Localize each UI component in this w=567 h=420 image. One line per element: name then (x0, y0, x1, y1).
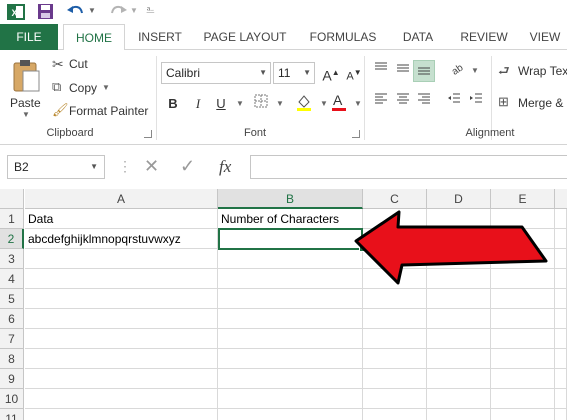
wrap-text-button[interactable]: ⮐ Wrap Tex (498, 62, 567, 82)
tab-insert[interactable]: INSERT (131, 24, 189, 50)
copy-button[interactable]: ⧉ Copy ▼ (52, 79, 112, 99)
cut-label: Cut (69, 57, 88, 71)
tab-page-layout[interactable]: PAGE LAYOUT (200, 24, 290, 50)
merge-icon: ⊞ (498, 94, 509, 109)
align-left-icon[interactable] (370, 91, 392, 113)
cancel-icon[interactable]: ✕ (144, 156, 159, 177)
worksheet-grid: A B C D E 1 2 3 4 5 6 7 8 9 10 11 Data N… (0, 189, 567, 420)
excel-icon: X (7, 3, 25, 24)
align-bottom-icon[interactable] (413, 60, 435, 82)
paste-label: Paste (10, 96, 41, 110)
formula-bar: B2 ▼ ⋮ ✕ ✓ fx (0, 146, 567, 186)
alignment-group-label: Alignment (465, 127, 515, 139)
chevron-down-icon: ▼ (303, 68, 311, 77)
underline-dropdown-icon[interactable]: ▼ (229, 93, 251, 115)
copy-dropdown-icon: ▼ (102, 83, 110, 92)
chevron-down-icon: ▼ (90, 162, 98, 171)
italic-button[interactable]: I (187, 93, 209, 115)
wrap-text-label: Wrap Tex (518, 64, 567, 78)
name-box[interactable]: B2 ▼ (7, 155, 105, 179)
svg-text:X: X (12, 8, 18, 18)
tab-file[interactable]: FILE (0, 24, 58, 50)
font-launcher-icon[interactable] (352, 130, 360, 138)
borders-dropdown-icon[interactable]: ▼ (269, 93, 291, 115)
tab-home[interactable]: HOME (63, 24, 125, 51)
tab-view[interactable]: VIEW (524, 24, 566, 50)
redo-icon[interactable] (108, 3, 128, 23)
align-center-icon[interactable] (392, 91, 414, 113)
clipboard-icon (11, 59, 41, 96)
increase-indent-icon[interactable] (465, 91, 487, 113)
font-size-value: 11 (278, 66, 291, 80)
decrease-indent-icon[interactable] (443, 91, 465, 113)
orientation-dropdown-icon[interactable]: ▼ (464, 60, 486, 82)
paste-dropdown-icon: ▼ (22, 110, 30, 119)
copy-label: Copy (69, 81, 98, 95)
copy-icon: ⧉ (52, 79, 62, 94)
customize-icon[interactable]: ⎁ (146, 4, 155, 17)
increase-font-size-icon[interactable]: A▲ (320, 62, 342, 84)
ribbon: Paste ▼ ✂ Cut ⧉ Copy ▼ 🖌 Format Painter … (0, 50, 567, 145)
font-size-combo[interactable]: 11 ▼ (273, 62, 315, 84)
save-icon[interactable] (37, 3, 54, 23)
ribbon-tabs: FILE HOME INSERT PAGE LAYOUT FORMULAS DA… (0, 24, 567, 51)
font-name-value: Calibri (166, 66, 201, 80)
annotation-arrow-icon (354, 210, 548, 285)
redo-dropdown-icon[interactable]: ▼ (130, 6, 138, 15)
clipboard-launcher-icon[interactable] (144, 130, 152, 138)
decrease-font-size-icon[interactable]: A▼ (343, 62, 365, 84)
quick-access-toolbar: X ▼ ▼ ⎁ (0, 0, 567, 24)
paintbrush-icon: 🖌 (52, 102, 69, 117)
group-divider (364, 56, 365, 140)
align-right-icon[interactable] (413, 91, 435, 113)
insert-function-icon[interactable]: fx (219, 157, 231, 177)
tab-review[interactable]: REVIEW (453, 24, 515, 50)
undo-icon[interactable] (66, 3, 86, 23)
cut-button[interactable]: ✂ Cut (52, 55, 112, 75)
font-color-dropdown-icon[interactable]: ▼ (347, 93, 369, 115)
font-name-combo[interactable]: Calibri ▼ (161, 62, 271, 84)
fill-color-icon[interactable] (293, 93, 315, 115)
formula-buttons: ✕ ✓ fx (130, 155, 248, 179)
chevron-down-icon: ▼ (259, 68, 267, 77)
tab-data[interactable]: DATA (395, 24, 441, 50)
excel-window: X ▼ ▼ ⎁ FILE HOME INSERT PAGE LAYOUT FOR… (0, 0, 567, 420)
paste-button[interactable]: Paste ▼ (6, 56, 46, 122)
name-box-value: B2 (14, 160, 29, 174)
group-divider (156, 56, 157, 140)
svg-text:A: A (333, 92, 343, 108)
tab-formulas[interactable]: FORMULAS (303, 24, 383, 50)
enter-icon[interactable]: ✓ (180, 156, 195, 177)
format-painter-button[interactable]: 🖌 Format Painter (52, 102, 152, 122)
scissors-icon: ✂ (52, 56, 64, 72)
clipboard-group-label: Clipboard (46, 127, 94, 139)
formula-input[interactable] (250, 155, 567, 179)
bold-button[interactable]: B (162, 93, 184, 115)
merge-center-button[interactable]: ⊞ Merge & (498, 94, 567, 114)
format-painter-label: Format Painter (69, 104, 149, 118)
undo-dropdown-icon[interactable]: ▼ (88, 6, 96, 15)
align-top-icon[interactable] (370, 60, 392, 82)
align-middle-icon[interactable] (392, 60, 414, 82)
merge-label: Merge & (518, 96, 564, 110)
font-group-label: Font (243, 127, 266, 139)
wrap-text-icon: ⮐ (498, 63, 510, 78)
